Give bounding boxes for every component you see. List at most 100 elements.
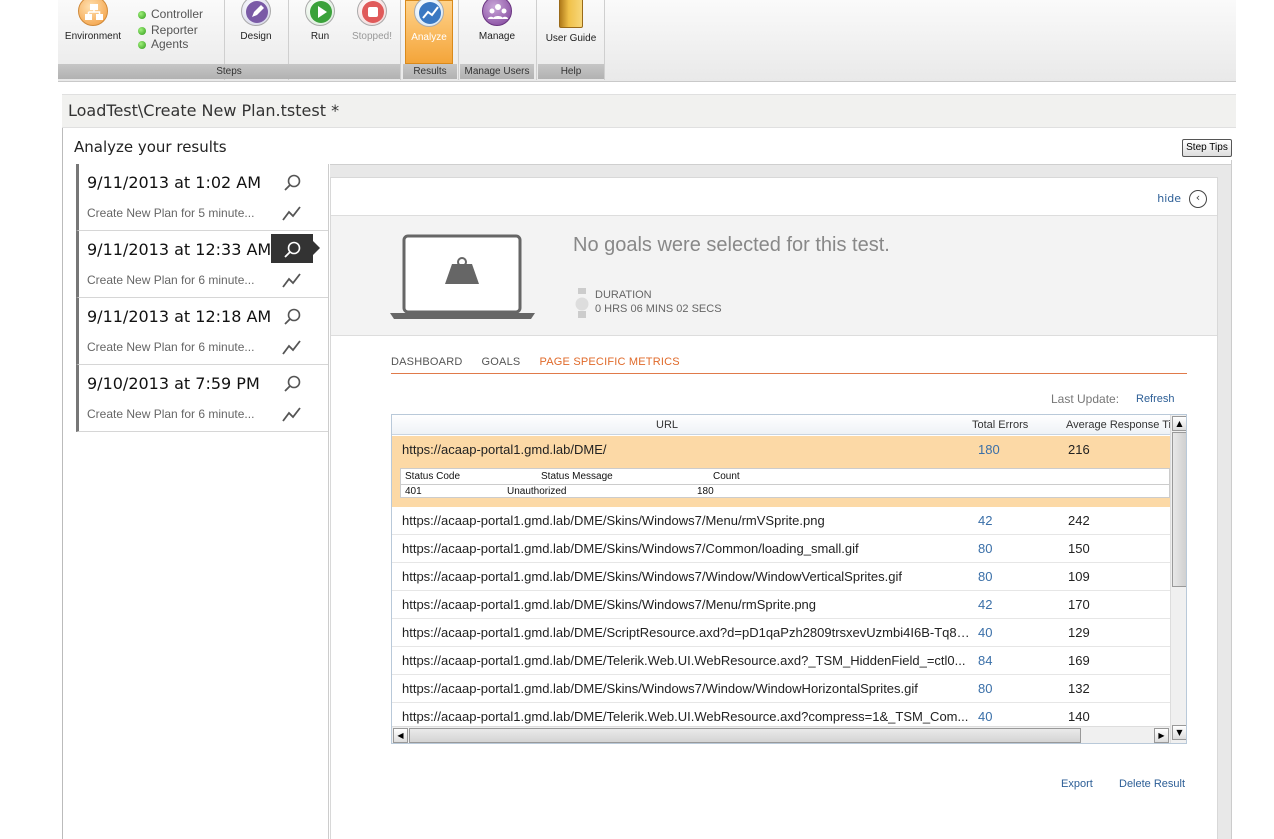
tab-dashboard[interactable]: DASHBOARD bbox=[391, 356, 462, 368]
analyze-button[interactable]: Analyze bbox=[405, 0, 453, 64]
horizontal-scrollbar[interactable]: ◀ ▶ bbox=[392, 726, 1170, 743]
table-row[interactable]: https://acaap-portal1.gmd.lab/DME/Skins/… bbox=[392, 507, 1170, 535]
result-description: Create New Plan for 6 minute... bbox=[87, 340, 255, 354]
duration-label: DURATION bbox=[595, 289, 652, 301]
status-detail-table: Status Code Status Message Count 401 Una… bbox=[400, 468, 1171, 498]
table-row[interactable]: https://acaap-portal1.gmd.lab/DME/Skins/… bbox=[392, 563, 1170, 591]
status-details: Status Code Status Message Count 401 Una… bbox=[392, 463, 1171, 507]
manage-users-group-label: Manage Users bbox=[460, 64, 534, 79]
row-errors[interactable]: 42 bbox=[978, 513, 992, 528]
scroll-down-icon[interactable]: ▼ bbox=[1172, 725, 1186, 740]
tab-page-specific-metrics[interactable]: PAGE SPECIFIC METRICS bbox=[540, 356, 680, 368]
status-dot-icon bbox=[138, 26, 146, 35]
run-button[interactable]: Run bbox=[294, 0, 346, 64]
status-message-value: Unauthorized bbox=[507, 486, 567, 497]
row-errors[interactable]: 80 bbox=[978, 541, 992, 556]
divider bbox=[401, 484, 1171, 485]
user-guide-icon bbox=[559, 0, 583, 28]
result-date: 9/11/2013 at 12:33 AM bbox=[87, 240, 272, 259]
table-row[interactable]: https://acaap-portal1.gmd.lab/DME/Teleri… bbox=[392, 647, 1170, 675]
row-url: https://acaap-portal1.gmd.lab/DME/Script… bbox=[402, 625, 972, 640]
row-average: 129 bbox=[1068, 625, 1090, 640]
row-url: https://acaap-portal1.gmd.lab/DME/Skins/… bbox=[402, 541, 859, 556]
row-errors[interactable]: 84 bbox=[978, 653, 992, 668]
hide-link[interactable]: hide bbox=[1157, 192, 1181, 205]
magnifier-icon[interactable] bbox=[281, 373, 303, 395]
row-url: https://acaap-portal1.gmd.lab/DME/Skins/… bbox=[402, 597, 817, 612]
manage-button[interactable]: Manage bbox=[464, 0, 530, 64]
row-errors[interactable]: 80 bbox=[978, 569, 992, 584]
steps-group: Environment Controller Reporter Agents D… bbox=[58, 0, 400, 80]
export-link[interactable]: Export bbox=[1061, 778, 1093, 790]
row-url: https://acaap-portal1.gmd.lab/DME/Skins/… bbox=[402, 569, 902, 584]
design-button[interactable]: Design bbox=[230, 0, 282, 64]
ribbon-toolbar: Environment Controller Reporter Agents D… bbox=[58, 0, 1236, 82]
manage-icon bbox=[482, 0, 512, 26]
metrics-tabs: DASHBOARD GOALS PAGE SPECIFIC METRICS bbox=[391, 356, 1187, 374]
row-errors[interactable]: 180 bbox=[978, 442, 1000, 457]
manage-users-group: Manage Manage Users bbox=[460, 0, 534, 80]
row-errors[interactable]: 42 bbox=[978, 597, 992, 612]
scroll-right-icon[interactable]: ▶ bbox=[1154, 728, 1169, 743]
stop-button[interactable]: Stopped! bbox=[346, 0, 398, 64]
count-value: 180 bbox=[697, 486, 714, 497]
result-date: 9/10/2013 at 7:59 PM bbox=[87, 374, 260, 393]
magnifier-icon[interactable] bbox=[281, 306, 303, 328]
status-code-value: 401 bbox=[405, 486, 422, 497]
trend-icon[interactable] bbox=[281, 271, 303, 289]
user-guide-button[interactable]: User Guide bbox=[540, 0, 602, 64]
scroll-up-icon[interactable]: ▲ bbox=[1172, 416, 1186, 431]
magnifier-icon[interactable] bbox=[281, 172, 303, 194]
step-tips-button[interactable]: Step Tips bbox=[1182, 139, 1232, 157]
table-row[interactable]: https://acaap-portal1.gmd.lab/DME/Skins/… bbox=[392, 591, 1170, 619]
row-errors[interactable]: 40 bbox=[978, 709, 992, 724]
trend-icon[interactable] bbox=[281, 338, 303, 356]
magnifier-icon[interactable] bbox=[281, 239, 303, 261]
column-header-average-response[interactable]: Average Response Tir bbox=[1066, 419, 1175, 431]
row-average: 169 bbox=[1068, 653, 1090, 668]
row-average: 242 bbox=[1068, 513, 1090, 528]
scroll-thumb[interactable] bbox=[409, 728, 1081, 743]
hide-arrow-icon[interactable]: ‹ bbox=[1189, 190, 1207, 208]
result-description: Create New Plan for 6 minute... bbox=[87, 273, 255, 287]
row-errors[interactable]: 40 bbox=[978, 625, 992, 640]
column-header-total-errors[interactable]: Total Errors bbox=[972, 419, 1028, 431]
divider bbox=[400, 0, 401, 80]
row-errors[interactable]: 80 bbox=[978, 681, 992, 696]
table-row[interactable]: https://acaap-portal1.gmd.lab/DME/Skins/… bbox=[392, 535, 1170, 563]
status-dot-icon bbox=[138, 40, 146, 49]
result-item[interactable]: 9/11/2013 at 1:02 AM Create New Plan for… bbox=[76, 164, 328, 231]
manage-label: Manage bbox=[478, 31, 516, 42]
scroll-left-icon[interactable]: ◀ bbox=[393, 728, 408, 743]
trend-icon[interactable] bbox=[281, 405, 303, 423]
delete-result-link[interactable]: Delete Result bbox=[1119, 778, 1185, 790]
column-header-url[interactable]: URL bbox=[656, 419, 678, 431]
refresh-link[interactable]: Refresh bbox=[1136, 393, 1175, 405]
status-message-header: Status Message bbox=[541, 471, 613, 482]
result-description: Create New Plan for 5 minute... bbox=[87, 206, 255, 220]
result-item-selected[interactable]: 9/11/2013 at 12:33 AM Create New Plan fo… bbox=[76, 231, 328, 298]
results-group: Analyze Results bbox=[403, 0, 457, 80]
vertical-scrollbar[interactable]: ▲ ▼ bbox=[1170, 415, 1186, 743]
row-url: https://acaap-portal1.gmd.lab/DME/Teleri… bbox=[402, 653, 966, 668]
agent-status-list: Controller Reporter Agents bbox=[138, 6, 203, 52]
last-update-label: Last Update: bbox=[1051, 392, 1120, 406]
table-row[interactable]: https://acaap-portal1.gmd.lab/DME/Skins/… bbox=[392, 675, 1170, 703]
result-item[interactable]: 9/11/2013 at 12:18 AM Create New Plan fo… bbox=[76, 298, 328, 365]
row-url: https://acaap-portal1.gmd.lab/DME/Teleri… bbox=[402, 709, 969, 724]
laptop-weight-icon bbox=[390, 234, 535, 319]
result-item[interactable]: 9/10/2013 at 7:59 PM Create New Plan for… bbox=[76, 365, 328, 432]
row-average: 140 bbox=[1068, 709, 1090, 724]
table-row[interactable]: https://acaap-portal1.gmd.lab/DME/ 180 2… bbox=[392, 436, 1170, 464]
result-date: 9/11/2013 at 1:02 AM bbox=[87, 173, 262, 192]
table-row[interactable]: https://acaap-portal1.gmd.lab/DME/Script… bbox=[392, 619, 1170, 647]
scroll-thumb[interactable] bbox=[1172, 432, 1186, 587]
environment-button[interactable]: Environment bbox=[60, 0, 126, 64]
trend-icon[interactable] bbox=[281, 204, 303, 222]
tab-goals[interactable]: GOALS bbox=[482, 356, 521, 368]
divider bbox=[604, 0, 605, 80]
divider bbox=[458, 0, 459, 80]
result-detail-panel: hide ‹ No goals were selected for this t… bbox=[330, 164, 1231, 839]
document-path: LoadTest\Create New Plan.tstest * bbox=[62, 94, 1236, 128]
row-average: 132 bbox=[1068, 681, 1090, 696]
